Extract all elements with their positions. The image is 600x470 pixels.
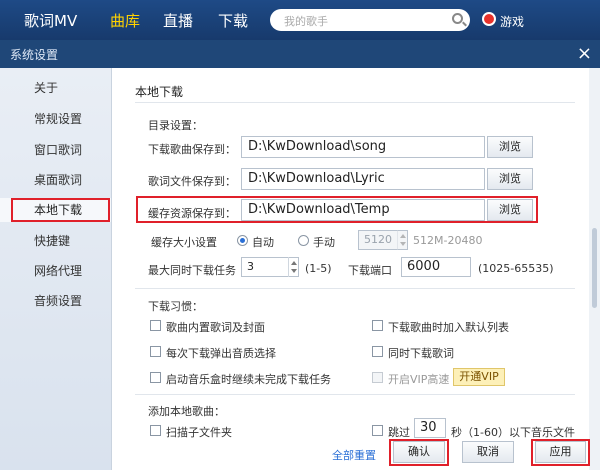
download-lyrics-checkbox[interactable] (372, 346, 383, 357)
nav-library[interactable]: 曲库 (110, 10, 140, 31)
scrollbar-thumb[interactable] (592, 228, 597, 308)
sidebar-item-label: 网络代理 (34, 264, 83, 278)
add-default-list-label: 下载歌曲时加入默认列表 (388, 321, 509, 334)
reset-all-link[interactable]: 全部重置 (332, 447, 376, 463)
game-link[interactable]: 游戏 (500, 13, 524, 30)
skip-short-label: 跳过 (388, 426, 410, 439)
dialog-title-bar: 系统设置 × (0, 40, 600, 68)
cache-size-label: 缓存大小设置 (151, 236, 217, 249)
vip-speed-label: 开启VIP高速 (388, 373, 450, 386)
highlight-box (11, 198, 110, 222)
max-tasks-range: (1-5) (305, 262, 332, 275)
vip-speed-checkbox[interactable] (372, 372, 383, 383)
skip-short-suffix: 秒（1-60）以下音乐文件 (451, 426, 575, 439)
cache-auto-label: 自动 (252, 236, 274, 249)
top-nav-bar: 歌词MV 曲库 直播 下载 我的歌手 游戏 (0, 0, 600, 40)
search-icon[interactable] (452, 13, 463, 24)
sidebar-item-shortcuts[interactable]: 快捷键 (0, 229, 111, 253)
sidebar-item-general[interactable]: 常规设置 (0, 107, 111, 131)
panel-scrollbar[interactable] (589, 68, 600, 470)
cache-path-label: 缓存资源保存到： (148, 207, 236, 220)
cache-path-input[interactable]: D:\KwDownload\Temp (241, 199, 485, 221)
search-box[interactable]: 我的歌手 (270, 9, 470, 31)
confirm-button[interactable]: 确认 (393, 441, 445, 463)
sidebar-item-about[interactable]: 关于 (0, 76, 111, 100)
embed-lyrics-checkbox[interactable] (150, 320, 161, 331)
cache-size-stepper[interactable] (397, 230, 407, 250)
port-input[interactable]: 6000 (401, 257, 471, 277)
sidebar-item-window-lyrics[interactable]: 窗口歌词 (0, 138, 111, 162)
habits-title: 下载习惯： (148, 300, 203, 313)
skip-short-checkbox[interactable] (372, 425, 383, 436)
resume-tasks-label: 启动音乐盒时继续未完成下载任务 (166, 373, 331, 386)
divider (135, 394, 575, 395)
dialog-title: 系统设置 (10, 48, 59, 62)
close-icon[interactable]: × (577, 43, 592, 64)
divider (135, 102, 575, 103)
add-default-list-checkbox[interactable] (372, 320, 383, 331)
search-placeholder: 我的歌手 (284, 15, 328, 28)
browse-song-button[interactable]: 浏览 (487, 136, 533, 158)
max-tasks-stepper[interactable] (288, 257, 298, 277)
scan-subfolders-checkbox[interactable] (150, 425, 161, 436)
cache-manual-radio[interactable] (298, 235, 309, 246)
lyric-path-label: 歌词文件保存到： (148, 175, 236, 188)
sidebar-item-local-download[interactable]: 本地下载 (0, 198, 111, 222)
cache-manual-label: 手动 (313, 236, 335, 249)
cancel-button[interactable]: 取消 (462, 441, 514, 463)
section-title: 本地下载 (135, 85, 184, 99)
cache-auto-radio[interactable] (237, 235, 248, 246)
embed-lyrics-label: 歌曲内置歌词及封面 (166, 321, 265, 334)
nav-lyrics-mv[interactable]: 歌词MV (24, 10, 77, 31)
sidebar-item-label: 关于 (34, 81, 59, 95)
max-tasks-label: 最大同时下载任务 (148, 264, 236, 277)
nav-live[interactable]: 直播 (163, 10, 193, 31)
sidebar-item-proxy[interactable]: 网络代理 (0, 259, 111, 283)
download-lyrics-label: 同时下载歌词 (388, 347, 454, 360)
quality-popup-label: 每次下载弹出音质选择 (166, 347, 276, 360)
cache-size-range: 512M-20480 (413, 234, 483, 247)
nav-download[interactable]: 下载 (218, 10, 248, 31)
sidebar-item-label: 快捷键 (34, 234, 71, 248)
scan-subfolders-label: 扫描子文件夹 (166, 426, 232, 439)
sidebar-item-audio[interactable]: 音频设置 (0, 289, 111, 313)
port-range: (1025-65535) (478, 262, 554, 275)
sidebar-item-label: 常规设置 (34, 112, 83, 126)
sidebar-item-label: 音频设置 (34, 294, 83, 308)
sidebar-item-desktop-lyrics[interactable]: 桌面歌词 (0, 168, 111, 192)
sidebar-item-label: 窗口歌词 (34, 143, 83, 157)
song-path-input[interactable]: D:\KwDownload\song (241, 136, 485, 158)
port-label: 下载端口 (348, 264, 392, 277)
game-icon[interactable] (482, 12, 496, 26)
directory-title: 目录设置： (148, 119, 203, 132)
browse-cache-button[interactable]: 浏览 (487, 199, 533, 221)
song-path-label: 下载歌曲保存到： (148, 143, 236, 156)
apply-button[interactable]: 应用 (535, 441, 586, 463)
quality-popup-checkbox[interactable] (150, 346, 161, 357)
open-vip-button[interactable]: 开通VIP (453, 368, 505, 386)
lyric-path-input[interactable]: D:\KwDownload\Lyric (241, 168, 485, 190)
skip-seconds-input[interactable]: 30 (414, 418, 446, 438)
sidebar-item-label: 桌面歌词 (34, 173, 83, 187)
settings-sidebar: 关于 常规设置 窗口歌词 桌面歌词 本地下载 快捷键 网络代理 音频设置 (0, 68, 111, 470)
divider (135, 288, 575, 289)
browse-lyric-button[interactable]: 浏览 (487, 168, 533, 190)
resume-tasks-checkbox[interactable] (150, 372, 161, 383)
add-local-title: 添加本地歌曲： (148, 405, 225, 418)
